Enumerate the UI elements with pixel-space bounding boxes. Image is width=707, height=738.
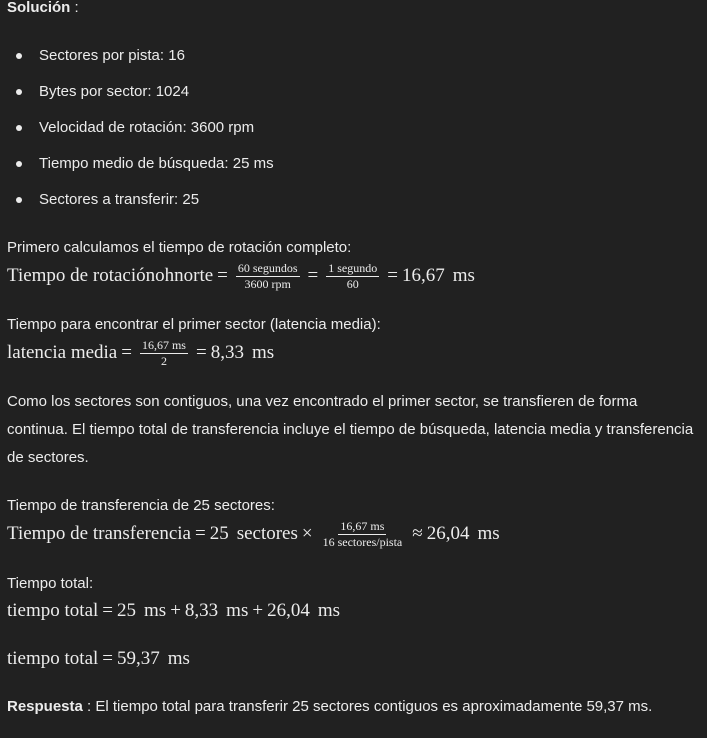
answer-label: Respuesta bbox=[7, 698, 83, 715]
fraction: 16,67 ms 16 sectores/pista bbox=[322, 518, 403, 549]
step2-text: Tiempo para encontrar el primer sector (… bbox=[7, 316, 381, 333]
step1-text: Primero calculamos el tiempo de rotación… bbox=[7, 239, 352, 256]
fraction: 16,67 ms 2 bbox=[139, 337, 188, 368]
total-time-result-equation: tiempo total = 59,37 ms bbox=[7, 644, 190, 674]
equation-lhs: latencia media bbox=[7, 342, 118, 363]
bullet-icon bbox=[16, 89, 22, 95]
fraction: 1 segundo 60 bbox=[326, 260, 380, 291]
bullet-icon bbox=[16, 125, 22, 131]
heading-colon: : bbox=[70, 0, 79, 16]
equation-lhs: Tiempo de transferencia bbox=[7, 523, 191, 544]
step4-text: Tiempo total: bbox=[7, 575, 94, 592]
solution-heading: Solución : bbox=[7, 0, 79, 22]
equation-result: 59,37 bbox=[117, 648, 160, 669]
latency-equation: latencia media = 16,67 ms 2 = 8,33 ms bbox=[7, 337, 275, 368]
equation-result: 26,04 bbox=[426, 523, 470, 544]
equation-lhs: tiempo total bbox=[7, 648, 99, 669]
list-item-text: Tiempo medio de búsqueda: 25 ms bbox=[39, 155, 274, 172]
bullet-icon bbox=[16, 161, 22, 167]
equation-result: 8,33 bbox=[210, 342, 244, 363]
step3-text: Tiempo de transferencia de 25 sectores: bbox=[7, 497, 275, 514]
list-item: Tiempo medio de búsqueda: 25 ms bbox=[0, 150, 274, 186]
equation-lhs: Tiempo de rotaciónohnorte bbox=[7, 265, 214, 286]
fraction: 60 segundos 3600 rpm bbox=[235, 260, 300, 291]
list-item-text: Sectores por pista: 16 bbox=[39, 47, 185, 64]
bullet-icon bbox=[16, 197, 22, 203]
list-item-text: Bytes por sector: 1024 bbox=[39, 83, 190, 100]
transfer-time-equation: Tiempo de transferencia = 25 sectores × 1… bbox=[7, 518, 500, 549]
equation-lhs: tiempo total bbox=[7, 600, 99, 621]
answer-line: Respuesta : El tiempo total para transfe… bbox=[7, 693, 652, 721]
list-item-text: Velocidad de rotación: 3600 rpm bbox=[39, 119, 255, 136]
equation-result: 16,67 bbox=[401, 265, 445, 286]
list-item-text: Sectores a transferir: 25 bbox=[39, 191, 200, 208]
answer-text: : El tiempo total para transferir 25 sec… bbox=[82, 698, 653, 715]
data-list: Sectores por pista: 16 Bytes por sector:… bbox=[0, 42, 274, 222]
bullet-icon bbox=[16, 53, 22, 59]
total-time-sum-equation: tiempo total = 25 ms + 8,33 ms + 26,04 ms bbox=[7, 596, 340, 626]
list-item: Sectores por pista: 16 bbox=[0, 42, 274, 78]
chat-response: Solución : Sectores por pista: 16 Bytes … bbox=[0, 0, 707, 738]
list-item: Bytes por sector: 1024 bbox=[0, 78, 274, 114]
list-item: Velocidad de rotación: 3600 rpm bbox=[0, 114, 274, 150]
list-item: Sectores a transferir: 25 bbox=[0, 186, 274, 222]
explanation-paragraph: Como los sectores son contiguos, una vez… bbox=[7, 393, 694, 466]
rotation-time-equation: Tiempo de rotaciónohnorte = 60 segundos 3… bbox=[7, 260, 475, 291]
heading-label: Solución bbox=[7, 0, 71, 16]
